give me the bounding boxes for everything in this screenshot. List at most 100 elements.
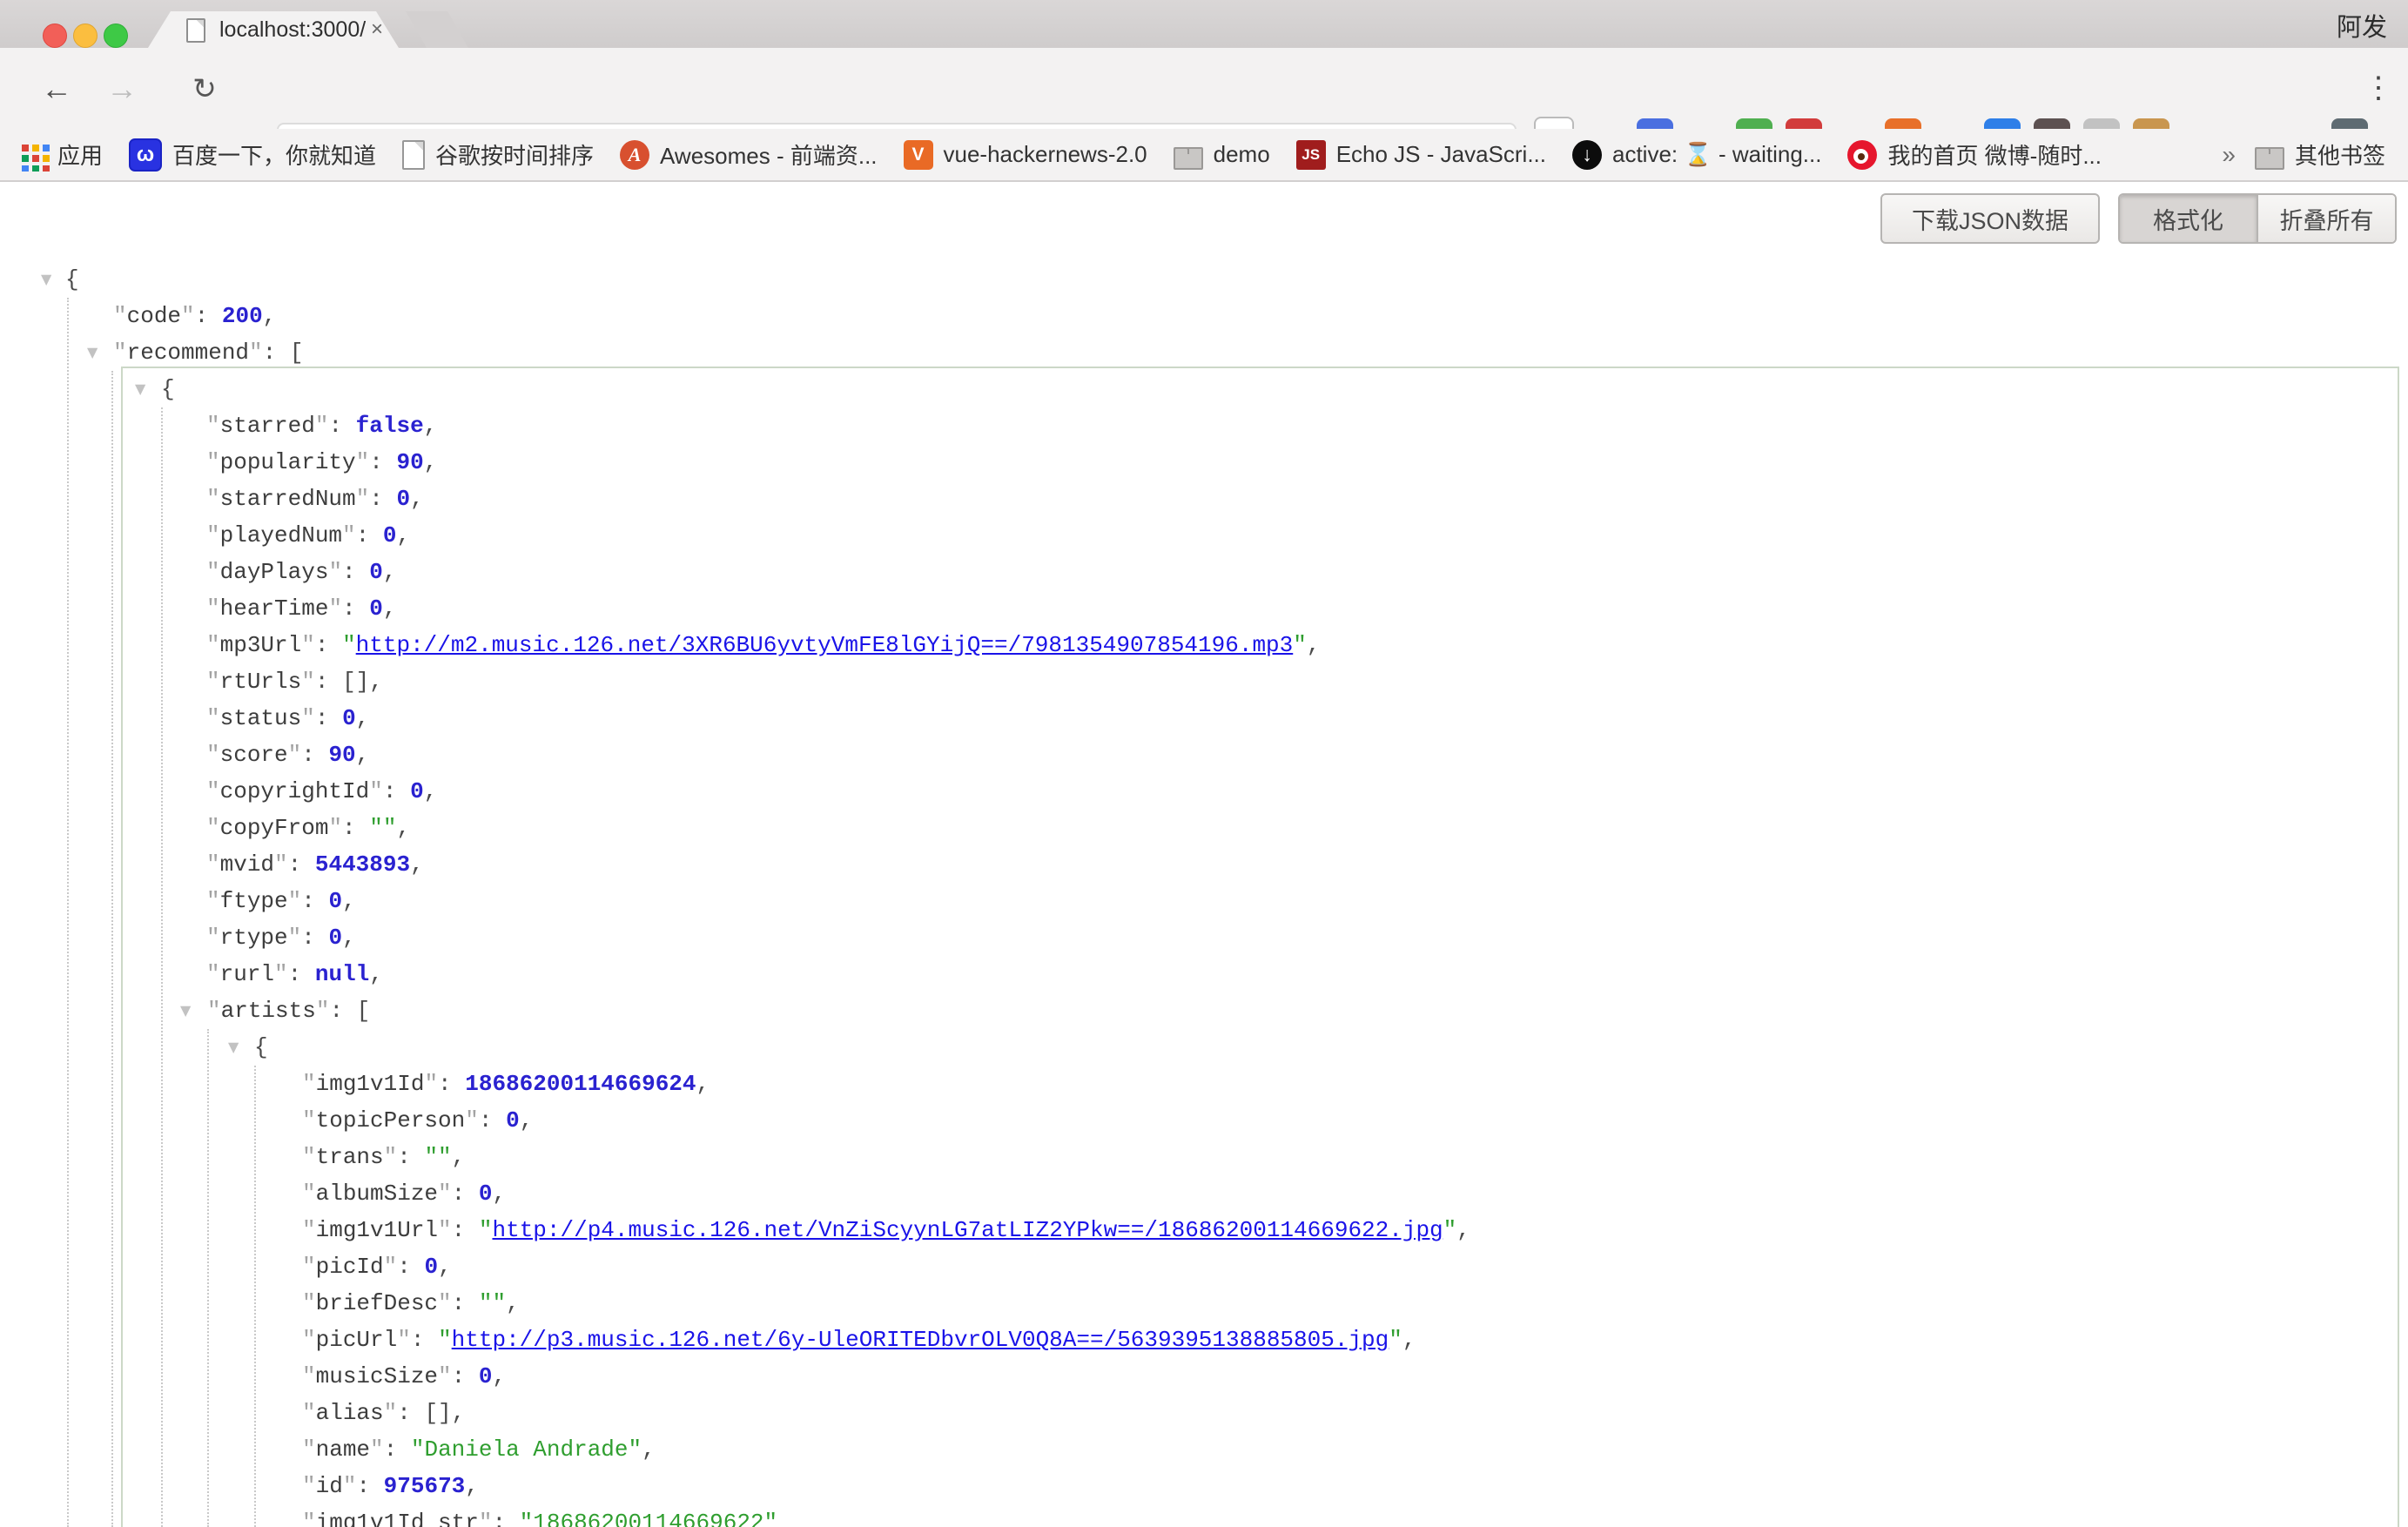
reload-button[interactable]: ↻ — [183, 48, 226, 129]
json-token: , — [1307, 632, 1321, 658]
json-token: , — [438, 1254, 452, 1280]
json-row: "ftype": 0, — [0, 883, 2408, 919]
json-row: "rtype": 0, — [0, 919, 2408, 956]
json-row: "img1v1Url": "http://p4.music.126.net/Vn… — [0, 1212, 2408, 1248]
json-row: "trans": "", — [0, 1139, 2408, 1175]
other-bookmarks-folder[interactable]: 其他书签 — [2255, 138, 2385, 171]
bookmark-item[interactable]: 应用 — [17, 138, 103, 171]
json-line: "img1v1Id_str": "18686200114669622" — [0, 1504, 777, 1527]
page-content: 下载JSON数据 格式化 折叠所有 ▼{"code": 200,▼"recomm… — [0, 182, 2408, 1527]
collapse-triangle-icon[interactable]: ▼ — [41, 261, 51, 298]
json-token: , — [424, 449, 438, 475]
window-maximize-button[interactable] — [104, 24, 128, 48]
json-line: "recommend": [ — [0, 334, 303, 371]
json-token: , — [465, 1473, 479, 1499]
bookmark-label: 百度一下，你就知道 — [172, 138, 376, 171]
json-link[interactable]: http://m2.music.126.net/3XR6BU6yvtyVmFE8… — [356, 632, 1294, 658]
tab-close-icon[interactable]: × — [371, 11, 383, 48]
bookmark-item[interactable]: 我的首页 微博-随时... — [1847, 138, 2102, 171]
json-rows: ▼{"code": 200,▼"recommend": [▼{"starred"… — [0, 261, 2408, 1527]
format-button[interactable]: 格式化 — [2120, 195, 2257, 242]
json-token: : — [315, 632, 342, 658]
json-token: "Daniela Andrade" — [411, 1436, 642, 1463]
json-token: " — [384, 1400, 398, 1426]
collapse-triangle-icon[interactable]: ▼ — [228, 1029, 239, 1066]
forward-button[interactable]: → — [100, 48, 144, 129]
json-token: " — [302, 1510, 316, 1527]
json-token: : — [356, 1473, 383, 1499]
json-token: " — [302, 1181, 316, 1207]
json-row: "status": 0, — [0, 700, 2408, 737]
json-token: 0 — [369, 595, 383, 622]
json-token: null — [315, 961, 369, 987]
json-token: " — [288, 888, 302, 914]
collapse-triangle-icon[interactable]: ▼ — [87, 334, 98, 371]
json-token: , — [452, 1144, 466, 1170]
json-token: " — [302, 1217, 316, 1243]
json-link[interactable]: http://p3.music.126.net/6y-UleORITEDbvrO… — [452, 1327, 1389, 1353]
json-line: "hearTime": 0, — [0, 590, 396, 627]
json-token: " — [438, 1290, 452, 1316]
json-line: "picUrl": "http://p3.music.126.net/6y-Ul… — [0, 1322, 1416, 1358]
json-token: 0 — [410, 778, 424, 804]
json-link[interactable]: http://p4.music.126.net/VnZiScyynLG7atLI… — [492, 1217, 1443, 1243]
collapse-all-button[interactable]: 折叠所有 — [2257, 195, 2395, 242]
back-button[interactable]: ← — [35, 48, 78, 129]
json-token: " — [206, 486, 220, 512]
json-row: ▼{ — [0, 261, 2408, 298]
json-row: "img1v1Id": 18686200114669624, — [0, 1066, 2408, 1102]
bookmark-item[interactable]: 谷歌按时间排序 — [402, 138, 594, 171]
json-line: "playedNum": 0, — [0, 517, 410, 554]
window-close-button[interactable] — [43, 24, 67, 48]
bookmark-item[interactable]: active: ⌛ - waiting... — [1572, 140, 1821, 170]
bookmarks-overflow-icon[interactable]: » — [2222, 141, 2236, 169]
json-token: , — [1402, 1327, 1416, 1353]
json-line: "rurl": null, — [0, 956, 383, 992]
bookmark-item[interactable]: Awesomes - 前端资... — [620, 138, 877, 171]
json-token: , — [492, 1363, 506, 1389]
json-row: ▼"recommend": [ — [0, 334, 2408, 371]
json-token: " — [301, 705, 315, 731]
json-token: , — [1456, 1217, 1470, 1243]
json-row: "picUrl": "http://p3.music.126.net/6y-Ul… — [0, 1322, 2408, 1358]
json-row: "mp3Url": "http://m2.music.126.net/3XR6B… — [0, 627, 2408, 663]
json-token: " — [302, 1473, 316, 1499]
json-token: " — [206, 742, 220, 768]
json-row: ▼"artists": [ — [0, 992, 2408, 1029]
bookmark-item[interactable]: demo — [1174, 140, 1270, 170]
json-token: { — [65, 266, 79, 293]
json-token: " — [206, 815, 220, 841]
json-token: " — [343, 1473, 357, 1499]
json-line: "status": 0, — [0, 700, 369, 737]
window-minimize-button[interactable] — [73, 24, 98, 48]
json-token: , — [506, 1290, 520, 1316]
bookmarks-right: » 其他书签 — [2213, 138, 2408, 171]
browser-tab[interactable]: localhost:3000/recommend/so × — [148, 11, 399, 48]
json-token: 0 — [479, 1363, 493, 1389]
json-line: "mvid": 5443893, — [0, 846, 424, 883]
json-token: : — [301, 888, 328, 914]
json-token: , — [356, 705, 370, 731]
json-row: "musicSize": 0, — [0, 1358, 2408, 1395]
json-token: 200 — [222, 303, 263, 329]
bookmark-item[interactable]: Echo JS - JavaScri... — [1296, 140, 1546, 170]
collapse-triangle-icon[interactable]: ▼ — [180, 992, 191, 1029]
json-line: "ftype": 0, — [0, 883, 356, 919]
json-token: status — [220, 705, 302, 731]
json-token: : — [195, 303, 222, 329]
new-tab-button[interactable] — [406, 11, 468, 48]
bookmark-item[interactable]: vue-hackernews-2.0 — [904, 140, 1147, 170]
json-token: ftype — [220, 888, 288, 914]
json-line: "starredNum": 0, — [0, 481, 424, 517]
json-token: " — [302, 1144, 316, 1170]
collapse-triangle-icon[interactable]: ▼ — [135, 371, 145, 407]
download-json-button[interactable]: 下载JSON数据 — [1880, 193, 2100, 244]
browser-menu-icon[interactable]: ⋮ — [2359, 48, 2398, 129]
bookmark-item[interactable]: 百度一下，你就知道 — [129, 138, 376, 172]
json-token: " — [249, 340, 263, 366]
json-line: "albumSize": 0, — [0, 1175, 506, 1212]
profile-name[interactable]: 阿发 — [2337, 7, 2387, 44]
json-token: id — [316, 1473, 343, 1499]
json-token: : — [342, 595, 369, 622]
json-token: [] — [342, 669, 369, 695]
